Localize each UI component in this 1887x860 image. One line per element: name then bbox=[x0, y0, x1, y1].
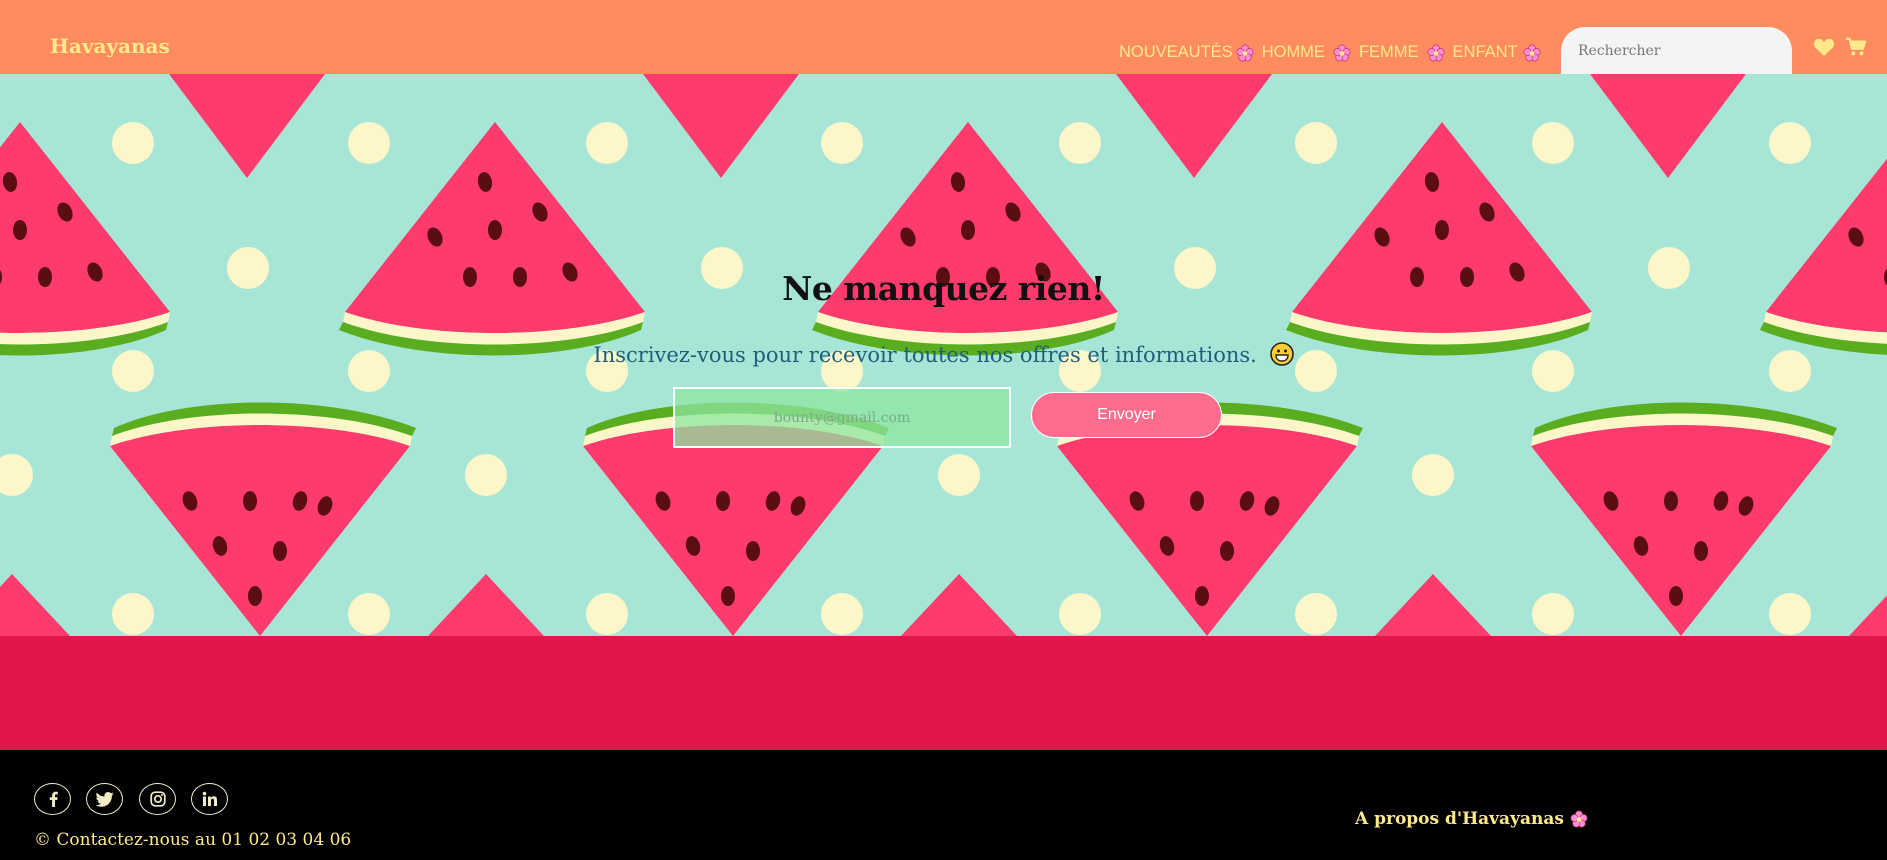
facebook-icon bbox=[49, 791, 58, 807]
flower-icon bbox=[1427, 44, 1444, 61]
facebook-link[interactable] bbox=[34, 783, 71, 815]
flower-icon bbox=[1523, 44, 1541, 61]
search-input[interactable] bbox=[1561, 27, 1792, 75]
nav-label: HOMME bbox=[1261, 43, 1325, 61]
heart-icon[interactable] bbox=[1813, 37, 1835, 57]
about-title: A propos d'Havayanas bbox=[1355, 809, 1564, 829]
color-band bbox=[0, 636, 1887, 750]
contact-text: © Contactez-nous au 01 02 03 04 06 bbox=[34, 830, 352, 850]
twitter-icon bbox=[95, 791, 114, 807]
newsletter-subtitle-row: Inscrivez-vous pour recevoir toutes nos … bbox=[0, 342, 1887, 367]
site-header: Havayanas NOUVEAUTÉS HOMME FEMME ENFANT bbox=[0, 0, 1887, 75]
newsletter-subtitle: Inscrivez-vous pour recevoir toutes nos … bbox=[593, 343, 1257, 367]
nav-label: NOUVEAUTÉS bbox=[1119, 43, 1233, 61]
nav-item-femme[interactable]: FEMME bbox=[1359, 43, 1445, 62]
nav-item-enfant[interactable]: ENFANT bbox=[1453, 43, 1541, 62]
flower-icon bbox=[1570, 810, 1588, 828]
site-logo[interactable]: Havayanas bbox=[50, 34, 170, 58]
site-footer: © Contactez-nous au 01 02 03 04 06 A pro… bbox=[0, 750, 1887, 860]
flower-icon bbox=[1333, 44, 1351, 61]
instagram-icon bbox=[149, 791, 166, 807]
nav-label: ENFANT bbox=[1452, 43, 1518, 61]
cart-icon[interactable] bbox=[1845, 37, 1867, 57]
newsletter-hero: Ne manquez rien! Inscrivez-vous pour rec… bbox=[0, 74, 1887, 636]
linkedin-icon bbox=[202, 791, 217, 806]
about-heading: A propos d'Havayanas bbox=[1355, 809, 1588, 829]
newsletter-title: Ne manquez rien! bbox=[782, 269, 1105, 308]
send-button[interactable]: Envoyer bbox=[1031, 392, 1222, 438]
nav-item-nouveautes[interactable]: NOUVEAUTÉS bbox=[1119, 43, 1254, 62]
main-nav: NOUVEAUTÉS HOMME FEMME ENFANT bbox=[1119, 43, 1549, 62]
flower-icon bbox=[1236, 44, 1254, 61]
grinning-face-icon bbox=[1269, 342, 1294, 366]
nav-item-homme[interactable]: HOMME bbox=[1262, 43, 1351, 62]
instagram-link[interactable] bbox=[139, 783, 176, 815]
email-field[interactable] bbox=[673, 387, 1011, 448]
twitter-link[interactable] bbox=[86, 783, 123, 815]
linkedin-link[interactable] bbox=[191, 783, 228, 815]
nav-label: FEMME bbox=[1358, 43, 1419, 61]
